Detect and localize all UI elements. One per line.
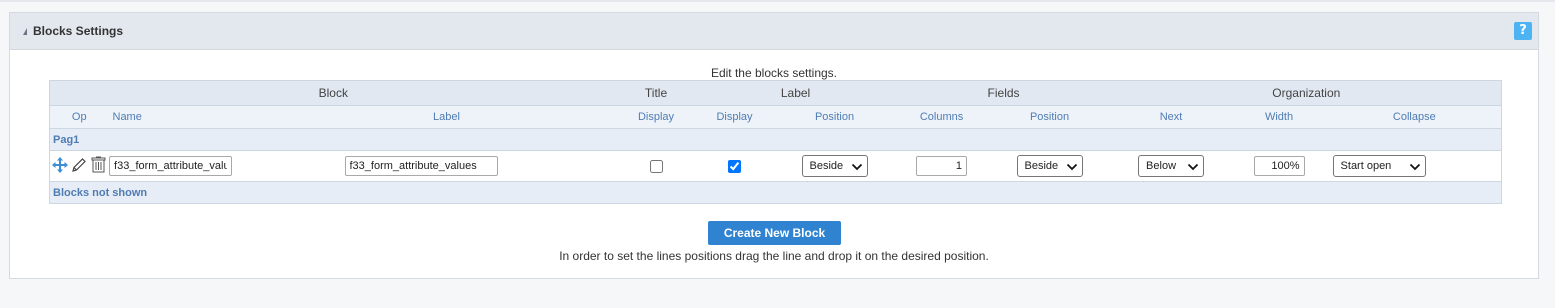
label-position-select[interactable]: Beside <box>801 155 868 177</box>
help-button[interactable]: ? <box>1514 22 1532 40</box>
col-columns: Columns <box>895 105 988 129</box>
next-value: Below <box>1146 160 1177 172</box>
group-block: Block <box>49 80 617 106</box>
columns-input[interactable] <box>916 156 968 176</box>
label-position-value: Beside <box>809 160 844 172</box>
columns-cell <box>895 150 988 182</box>
collapse-select[interactable]: Start open <box>1332 155 1426 177</box>
col-next: Next <box>1111 105 1231 129</box>
label-display-checkbox[interactable] <box>728 160 742 174</box>
group-fields: Fields <box>895 80 1112 106</box>
chevron-down-icon <box>1409 162 1421 171</box>
drag-hint-text: In order to set the lines positions drag… <box>559 249 989 263</box>
move-icon[interactable] <box>52 156 68 176</box>
label-position-cell: Beside <box>773 150 896 182</box>
fields-position-value: Beside <box>1024 160 1059 172</box>
fields-position-select[interactable]: Beside <box>1016 155 1083 177</box>
col-name: Name <box>108 105 277 129</box>
blocks-settings-panel: Blocks Settings ? Edit the blocks settin… <box>9 12 1539 279</box>
label-display-cell <box>695 150 774 182</box>
instructions-text: Edit the blocks settings. <box>710 66 838 80</box>
top-divider <box>0 0 1555 2</box>
col-collapse: Collapse <box>1327 105 1502 129</box>
col-label: Label <box>276 105 617 129</box>
section-label-page: Pag1 <box>49 128 1502 151</box>
collapse-value: Start open <box>1340 160 1392 172</box>
pencil-icon[interactable] <box>71 157 87 176</box>
op-name-cell <box>49 150 277 182</box>
next-cell: Below <box>1111 150 1231 182</box>
create-new-block-button[interactable]: Create New Block <box>708 221 841 245</box>
width-cell <box>1230 150 1328 182</box>
section-label-hidden: Blocks not shown <box>49 181 1502 204</box>
next-select[interactable]: Below <box>1138 155 1205 177</box>
col-label-position: Position <box>773 105 896 129</box>
chevron-down-icon <box>1066 162 1078 171</box>
col-fields-position: Position <box>987 105 1112 129</box>
width-input[interactable] <box>1253 156 1305 176</box>
trash-icon[interactable] <box>91 156 106 176</box>
chevron-down-icon <box>1187 162 1199 171</box>
group-header-row: Block Title Label Fields Organization <box>49 80 1502 106</box>
col-op: Op <box>49 105 109 129</box>
table-row[interactable]: Beside Beside Below <box>49 150 1502 182</box>
col-title-display: Display <box>616 105 696 129</box>
group-organization: Organization <box>1111 80 1502 106</box>
fields-position-cell: Beside <box>987 150 1112 182</box>
collapse-triangle-icon[interactable] <box>23 27 27 35</box>
section-row-page: Pag1 <box>49 128 1502 151</box>
col-width: Width <box>1230 105 1328 129</box>
panel-title: Blocks Settings <box>33 24 124 38</box>
col-label-display: Display <box>695 105 774 129</box>
group-title: Title <box>616 80 696 106</box>
chevron-down-icon <box>851 162 863 171</box>
label-cell <box>276 150 617 182</box>
panel-header[interactable]: Blocks Settings ? <box>10 13 1538 50</box>
column-header-row: Op Name Label Display Display Position C… <box>49 105 1502 129</box>
title-display-checkbox[interactable] <box>649 160 663 174</box>
blocks-table: Block Title Label Fields Organization Op… <box>49 80 1503 204</box>
group-label: Label <box>695 80 896 106</box>
block-label-input[interactable] <box>344 156 498 176</box>
block-name-input[interactable] <box>109 156 233 176</box>
collapse-cell: Start open <box>1327 150 1502 182</box>
title-display-cell <box>616 150 696 182</box>
section-row-hidden: Blocks not shown <box>49 181 1502 204</box>
